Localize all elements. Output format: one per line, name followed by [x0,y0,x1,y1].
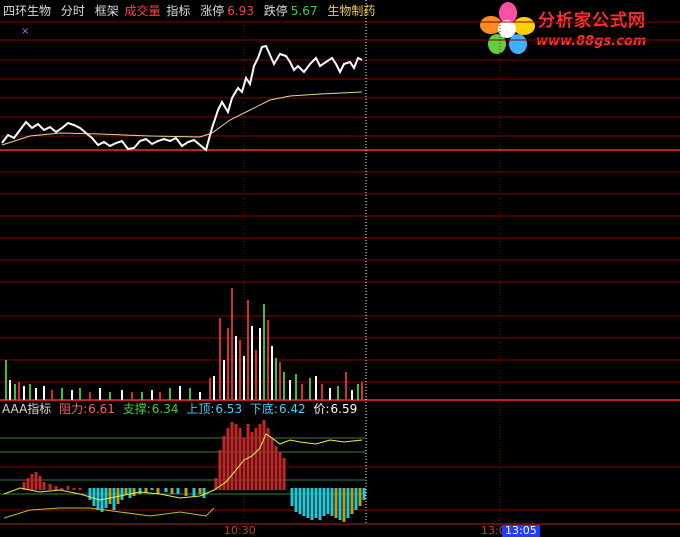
price-label: 价: [313,402,330,416]
resistance-label: 阻力: [59,402,88,416]
cursor-time-label: 13:05 [502,525,540,537]
support-value: 6.34 [151,402,179,416]
indicator-name[interactable]: AAA指标 [2,402,51,416]
intraday-chart [0,0,680,525]
time-axis: 10:30 13:0 [0,525,680,537]
time-label-1030: 10:30 [224,524,256,537]
top-value: 6.53 [215,402,243,416]
bottom-label: 下底: [249,402,278,416]
top-label: 上顶: [186,402,215,416]
support-label: 支撑: [122,402,151,416]
average-price-line [1,91,363,146]
price-value: 6.59 [330,402,358,416]
indicator-bar: AAA指标 阻力:6.61 支撑:6.34 上顶:6.53 下底:6.42 价:… [0,400,680,418]
bottom-value: 6.42 [278,402,306,416]
resistance-value: 6.61 [88,402,115,416]
